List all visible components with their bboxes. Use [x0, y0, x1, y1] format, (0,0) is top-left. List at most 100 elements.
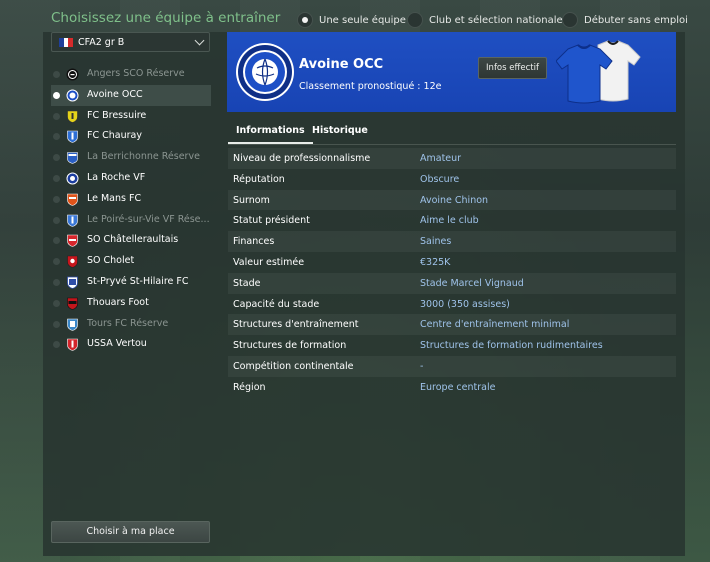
- team-list-item[interactable]: USSA Vertou: [51, 334, 211, 355]
- team-name: SO Châtelleraultais: [87, 234, 179, 246]
- radio-icon: [53, 237, 60, 245]
- info-label: Structures de formation: [233, 340, 347, 352]
- team-list-item[interactable]: La Roche VF: [51, 168, 211, 189]
- division-label: CFA2 gr B: [78, 36, 125, 48]
- team-list-item[interactable]: Le Poiré-sur-Vie VF Rése...: [51, 210, 211, 231]
- team-name: Avoine OCC: [87, 88, 143, 100]
- team-list-item[interactable]: SO Châtelleraultais: [51, 230, 211, 251]
- info-row: Structures de formation Structures de fo…: [228, 335, 676, 356]
- mode-option-label: Débuter sans emploi: [584, 14, 688, 26]
- team-list-item[interactable]: Avoine OCC: [51, 84, 211, 106]
- club-crest-icon: [67, 110, 78, 123]
- team-list-item[interactable]: FC Chauray: [51, 126, 211, 147]
- info-value: 3000 (350 assises): [420, 298, 510, 310]
- info-value: Stade Marcel Vignaud: [420, 277, 524, 289]
- club-header: Avoine OCC Classement pronostiqué : 12e …: [227, 32, 676, 112]
- team-list-item[interactable]: Tours FC Réserve: [51, 314, 211, 335]
- info-value: Avoine Chinon: [420, 194, 489, 206]
- radio-icon: [53, 299, 60, 307]
- france-flag-icon: [59, 37, 74, 47]
- info-row: Valeur estimée €325K: [228, 252, 676, 273]
- info-value: Aime le club: [420, 215, 479, 227]
- info-label: Niveau de professionnalisme: [233, 153, 371, 164]
- club-name: Avoine OCC: [299, 57, 384, 72]
- info-label: Région: [233, 381, 266, 393]
- club-crest-icon: [67, 318, 78, 331]
- info-label: Finances: [233, 236, 275, 248]
- squad-info-button[interactable]: Infos effectif: [478, 57, 547, 79]
- info-row: Niveau de professionnalisme Amateur: [228, 148, 676, 169]
- radio-selected-icon: [53, 91, 60, 99]
- info-label: Valeur estimée: [233, 256, 305, 268]
- tab-informations[interactable]: Informations: [228, 121, 313, 145]
- club-crest-icon: [67, 152, 78, 165]
- info-row: Statut président Aime le club: [228, 210, 676, 231]
- radio-icon[interactable]: [407, 12, 423, 28]
- team-name: Angers SCO Réserve: [87, 68, 185, 79]
- club-predicted-rank: Classement pronostiqué : 12e: [299, 81, 442, 92]
- info-row: Région Europe centrale: [228, 377, 676, 398]
- team-list-item[interactable]: Le Mans FC: [51, 189, 211, 210]
- club-crest-icon: [67, 214, 78, 227]
- chevron-down-icon: [194, 35, 205, 46]
- mode-option-club-and-nation[interactable]: Club et sélection nationale: [407, 11, 563, 29]
- club-crest-icon: [66, 89, 79, 102]
- detail-tabs: Informations Historique: [228, 121, 676, 145]
- info-label: Structures d'entraînement: [233, 319, 359, 331]
- radio-icon: [53, 341, 60, 349]
- team-list-item[interactable]: Angers SCO Réserve: [51, 64, 211, 85]
- tab-historique[interactable]: Historique: [304, 121, 376, 145]
- radio-icon: [53, 195, 60, 203]
- info-value: Amateur: [420, 153, 462, 164]
- club-crest-icon: [67, 276, 78, 289]
- club-crest-icon: [67, 131, 78, 144]
- team-name: FC Chauray: [87, 130, 142, 142]
- mode-option-unemployed[interactable]: Débuter sans emploi: [562, 11, 688, 29]
- info-label: Surnom: [233, 194, 270, 206]
- radio-icon: [53, 278, 60, 286]
- mode-option-label: Club et sélection nationale: [429, 14, 563, 26]
- team-list-item[interactable]: SO Cholet: [51, 251, 211, 272]
- team-list: Angers SCO Réserve Avoine OCC FC Bressui…: [51, 64, 211, 355]
- info-label: Compétition continentale: [233, 360, 354, 372]
- team-name: La Berrichonne Réserve: [87, 151, 200, 163]
- info-label: Stade: [233, 277, 261, 289]
- radio-icon[interactable]: [562, 12, 578, 28]
- team-list-item[interactable]: St-Pryvé St-Hilaire FC: [51, 272, 211, 293]
- info-row: Finances Saines: [228, 231, 676, 252]
- club-crest-icon: [67, 255, 78, 268]
- radio-icon: [53, 154, 60, 162]
- info-row: Structures d'entraînement Centre d'entra…: [228, 314, 676, 336]
- team-list-item[interactable]: Thouars Foot: [51, 293, 211, 314]
- radio-icon: [53, 174, 60, 182]
- club-badge-icon: [236, 43, 294, 101]
- info-row: Surnom Avoine Chinon: [228, 189, 676, 211]
- choose-for-me-button[interactable]: Choisir à ma place: [51, 521, 210, 543]
- info-value: €325K: [420, 256, 451, 268]
- club-crest-icon: [66, 68, 79, 81]
- info-row: Stade Stade Marcel Vignaud: [228, 272, 676, 294]
- radio-icon: [53, 133, 60, 141]
- team-name: Thouars Foot: [87, 296, 149, 308]
- team-name: USSA Vertou: [87, 338, 147, 350]
- radio-icon: [53, 112, 60, 120]
- radio-selected-icon[interactable]: [297, 12, 313, 28]
- info-label: Réputation: [233, 173, 285, 185]
- team-name: SO Cholet: [87, 255, 135, 267]
- info-label: Statut président: [233, 215, 310, 227]
- team-name: Le Poiré-sur-Vie VF Rése...: [87, 213, 210, 225]
- info-value: Structures de formation rudimentaires: [420, 340, 603, 352]
- team-name: Tours FC Réserve: [87, 317, 169, 329]
- info-value: Obscure: [420, 173, 460, 185]
- mode-option-single-team[interactable]: Une seule équipe: [297, 11, 406, 29]
- club-crest-icon: [67, 297, 78, 310]
- team-list-item[interactable]: FC Bressuire: [51, 106, 211, 127]
- club-crest-icon: [67, 193, 78, 206]
- page-title: Choisissez une équipe à entraîner: [51, 10, 281, 26]
- radio-icon: [53, 258, 60, 266]
- division-dropdown[interactable]: CFA2 gr B: [51, 32, 210, 52]
- info-value: Saines: [420, 236, 452, 248]
- club-info-table: Niveau de professionnalisme Amateur Répu…: [228, 148, 676, 398]
- team-list-item[interactable]: La Berrichonne Réserve: [51, 147, 211, 168]
- team-name: Le Mans FC: [87, 192, 142, 204]
